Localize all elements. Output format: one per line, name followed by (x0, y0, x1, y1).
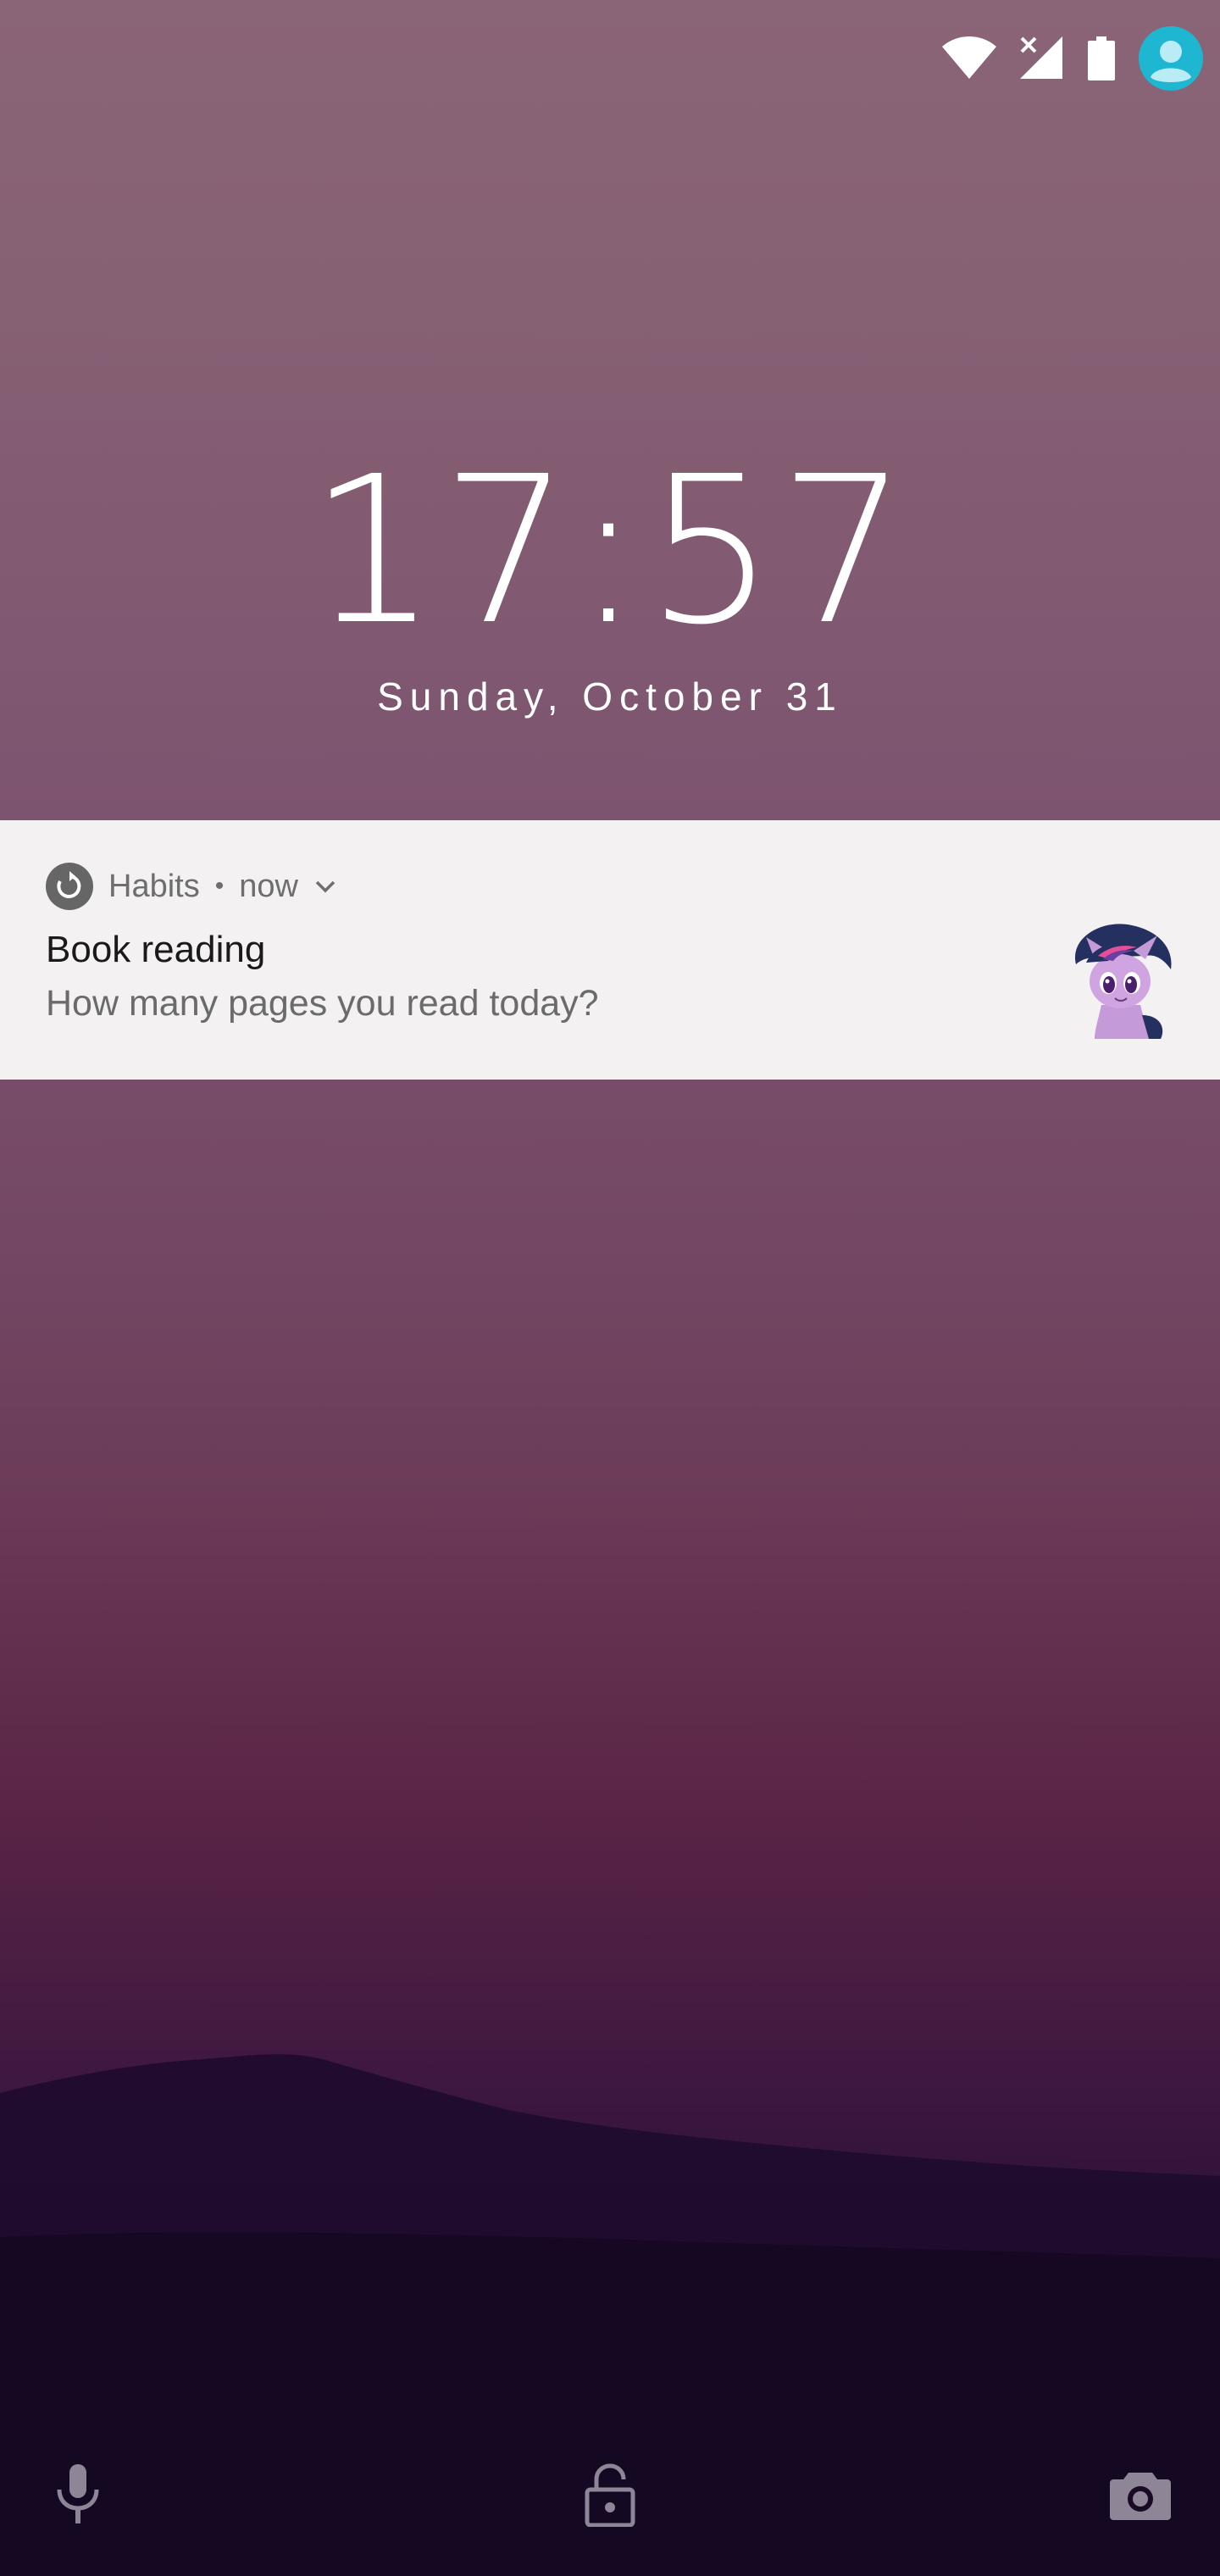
notification-app-name: Habits (108, 868, 200, 904)
chevron-down-icon[interactable] (313, 874, 337, 898)
unlock-icon[interactable] (585, 2462, 635, 2527)
pony-character-image (1074, 924, 1172, 1039)
status-bar (942, 20, 1203, 97)
camera-icon[interactable] (1110, 2468, 1171, 2520)
notification-card[interactable]: Habits • now Book reading How many pages… (0, 820, 1220, 1080)
notification-time: now (239, 868, 298, 904)
battery-icon (1088, 36, 1115, 80)
notification-text: How many pages you read today? (46, 983, 599, 1024)
notification-header: Habits • now (46, 861, 337, 912)
wifi-icon (942, 36, 996, 79)
microphone-icon[interactable] (54, 2464, 102, 2525)
lockscreen-date: Sunday, October 31 (377, 675, 843, 719)
notification-separator: • (214, 872, 225, 900)
user-avatar-icon[interactable] (1139, 26, 1203, 91)
habits-refresh-icon (46, 863, 93, 910)
lockscreen-clock: 17:57 (308, 432, 912, 669)
notification-title: Book reading (46, 929, 266, 970)
cellular-no-signal-icon (1020, 36, 1062, 79)
